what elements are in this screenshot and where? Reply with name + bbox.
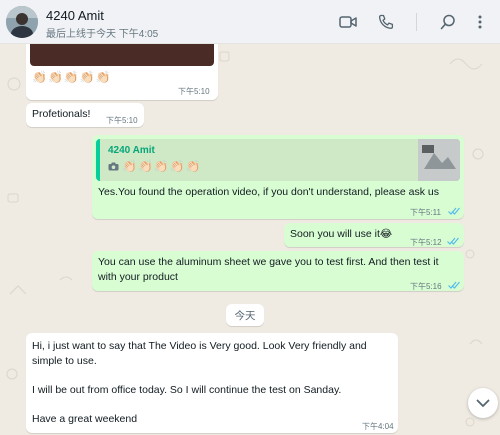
scroll-to-bottom-button[interactable] <box>468 388 498 418</box>
emoji-text: 👏🏻👏🏻👏🏻👏🏻👏🏻 <box>32 70 112 84</box>
read-receipt-icon <box>448 207 460 215</box>
chat-area[interactable]: 👏🏻👏🏻👏🏻👏🏻👏🏻 下午5:10 Profetionals! 下午5:10 4… <box>0 44 500 435</box>
message-text: Profetionals! <box>32 108 91 120</box>
camera-icon <box>108 162 119 171</box>
message-text: Soon you will use it😂 <box>290 228 393 240</box>
message-bubble-outgoing[interactable]: 4240 Amit 👏🏻👏🏻👏🏻👏🏻👏🏻 Yes.You found the o… <box>92 135 464 219</box>
message-bubble-incoming[interactable]: 👏🏻👏🏻👏🏻👏🏻👏🏻 下午5:10 <box>26 44 218 100</box>
read-receipt-icon <box>448 281 460 289</box>
avatar-image <box>6 6 38 38</box>
quote-preview: 👏🏻👏🏻👏🏻👏🏻👏🏻 <box>108 159 202 173</box>
chat-header: 4240 Amit 最后上线于今天 下午4:05 <box>0 0 500 44</box>
quote-author: 4240 Amit <box>108 145 155 156</box>
message-bubble-incoming[interactable]: Hi, i just want to say that The Video is… <box>26 333 398 433</box>
message-bubble-outgoing[interactable]: Soon you will use it😂 下午5:12 <box>284 223 464 247</box>
quoted-message[interactable]: 4240 Amit 👏🏻👏🏻👏🏻👏🏻👏🏻 <box>96 139 460 181</box>
date-divider: 今天 <box>226 304 264 326</box>
message-text-line2: simple to use. <box>32 355 97 367</box>
message-text-line1: You can use the aluminum sheet we gave y… <box>98 256 439 268</box>
message-bubble-incoming[interactable]: Profetionals! 下午5:10 <box>26 103 144 127</box>
message-time: 下午4:04 <box>362 422 394 431</box>
header-divider <box>416 13 417 31</box>
voice-call-icon[interactable] <box>376 12 396 32</box>
last-seen-status: 最后上线于今天 下午4:05 <box>46 29 159 40</box>
message-time: 下午5:10 <box>106 116 138 125</box>
message-text: Yes.You found the operation video, if yo… <box>98 186 439 198</box>
message-time: 下午5:10 <box>178 87 210 96</box>
message-image[interactable] <box>30 44 214 66</box>
message-bubble-outgoing[interactable]: You can use the aluminum sheet we gave y… <box>92 251 464 291</box>
read-receipt-icon <box>447 237 459 245</box>
contact-name[interactable]: 4240 Amit <box>46 8 104 23</box>
message-time: 下午5:12 <box>410 238 442 247</box>
quote-emoji: 👏🏻👏🏻👏🏻👏🏻👏🏻 <box>122 159 202 173</box>
chevron-down-icon <box>476 399 490 407</box>
quote-thumbnail <box>418 139 460 181</box>
message-time: 下午5:11 <box>410 208 441 217</box>
video-call-icon[interactable] <box>338 12 358 32</box>
quote-accent-bar <box>96 139 100 181</box>
menu-icon[interactable] <box>470 12 490 32</box>
message-time: 下午5:16 <box>410 282 442 291</box>
message-text-line2: with your product <box>98 271 178 283</box>
contact-avatar[interactable] <box>6 6 38 38</box>
message-text-line3: I will be out from office today. So I wi… <box>32 384 342 396</box>
search-icon[interactable] <box>438 12 458 32</box>
message-text-line1: Hi, i just want to say that The Video is… <box>32 340 367 352</box>
message-text-line4: Have a great weekend <box>32 413 138 425</box>
